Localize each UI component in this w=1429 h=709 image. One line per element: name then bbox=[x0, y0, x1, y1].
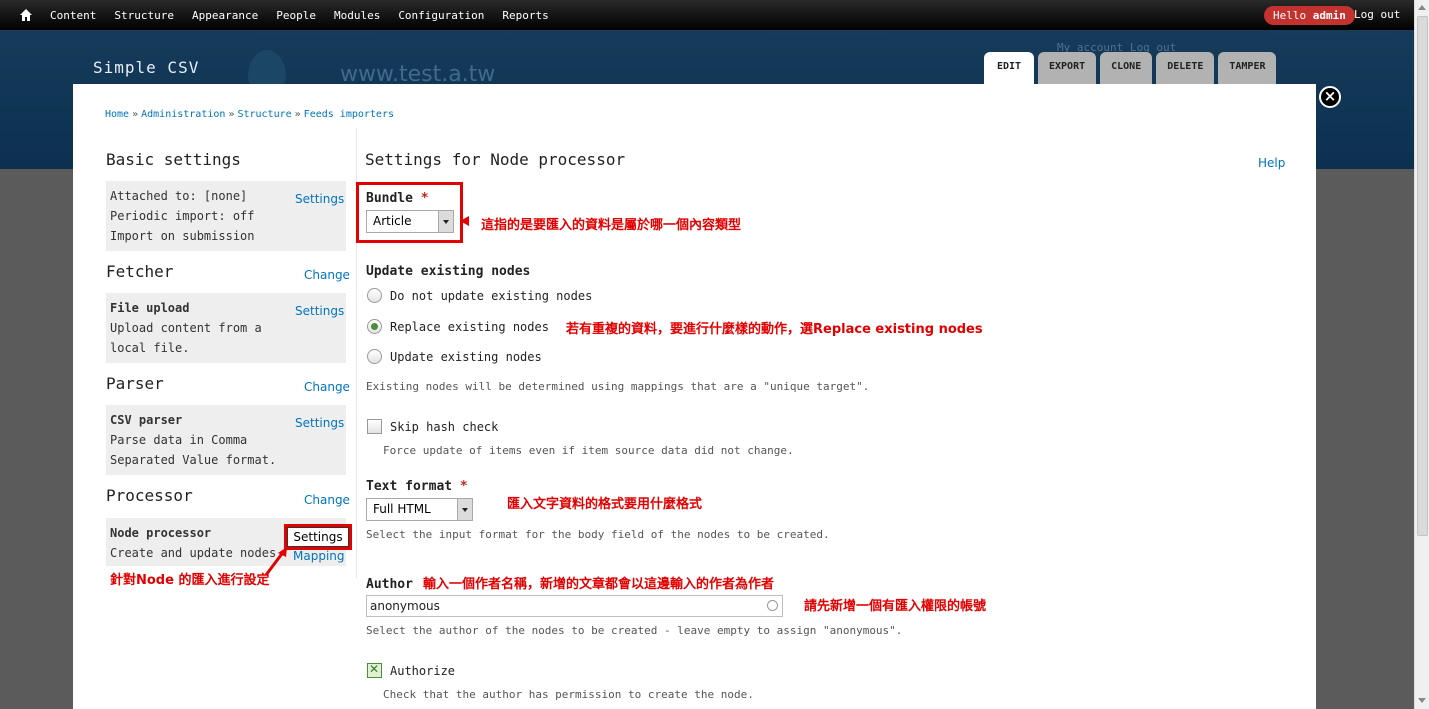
annotation-author: 輸入一個作者名稱，新增的文章都會以這邊輸入的作者為作者 bbox=[423, 577, 775, 592]
text-format-select[interactable]: Full HTML bbox=[366, 498, 473, 521]
toolbar-item-configuration[interactable]: Configuration bbox=[398, 9, 484, 22]
author-input[interactable]: anonymous bbox=[366, 595, 783, 617]
radio-button[interactable] bbox=[367, 349, 382, 364]
hello-prefix: Hello bbox=[1273, 9, 1313, 22]
close-icon[interactable]: × bbox=[1319, 86, 1341, 108]
fetcher-settings-link[interactable]: Settings bbox=[295, 304, 344, 318]
toolbar-item-structure[interactable]: Structure bbox=[114, 9, 174, 22]
processor-mapping-link[interactable]: Mapping bbox=[293, 549, 345, 563]
annotation-bundle: 這指的是要匯入的資料是屬於哪一個內容類型 bbox=[481, 218, 742, 233]
author-input-value: anonymous bbox=[370, 599, 440, 613]
tab-export[interactable]: EXPORT bbox=[1038, 52, 1097, 84]
annotation-text-format: 匯入文字資料的格式要用什麼格式 bbox=[507, 497, 703, 512]
page-scrollbar[interactable] bbox=[1414, 0, 1429, 709]
processor-change-link[interactable]: Change bbox=[304, 493, 350, 507]
breadcrumb-separator: » bbox=[132, 109, 139, 120]
radio-label: Update existing nodes bbox=[390, 349, 542, 364]
radio-label: Replace existing nodes bbox=[390, 319, 549, 334]
fetcher-title: Fetcher bbox=[106, 262, 174, 281]
parser-change-link[interactable]: Change bbox=[304, 380, 350, 394]
bundle-select-value: Article bbox=[373, 214, 412, 228]
toolbar-item-content[interactable]: Content bbox=[50, 9, 96, 22]
required-marker: * bbox=[420, 191, 429, 206]
page-title: Settings for Node processor bbox=[365, 150, 626, 169]
home-icon[interactable] bbox=[19, 8, 33, 22]
toolbar-item-people[interactable]: People bbox=[276, 9, 316, 22]
radio-replace[interactable]: Replace existing nodes bbox=[367, 319, 549, 334]
bundle-label: Bundle * bbox=[366, 191, 429, 206]
toolbar-menu: Content Structure Appearance People Modu… bbox=[50, 0, 567, 30]
processor-settings-link[interactable]: Settings bbox=[287, 527, 349, 547]
tab-tamper[interactable]: TAMPER bbox=[1218, 52, 1277, 84]
basic-periodic: Periodic import: off bbox=[110, 209, 255, 223]
annotation-processor: 針對Node 的匯入進行設定 bbox=[110, 573, 270, 588]
basic-settings-link[interactable]: Settings bbox=[295, 192, 344, 206]
skip-hash-label: Skip hash check bbox=[390, 419, 499, 434]
processor-title: Processor bbox=[106, 486, 193, 505]
autocomplete-icon bbox=[767, 600, 778, 611]
parser-desc-2: Separated Value format. bbox=[110, 453, 277, 467]
update-existing-desc: Existing nodes will be determined using … bbox=[366, 380, 870, 393]
author-desc: Select the author of the nodes to be cre… bbox=[366, 624, 903, 637]
annotation-author-account: 請先新增一個有匯入權限的帳號 bbox=[804, 599, 987, 614]
radio-do-not-update[interactable]: Do not update existing nodes bbox=[367, 288, 592, 303]
fetcher-desc-1: Upload content from a bbox=[110, 321, 262, 335]
skip-hash-desc: Force update of items even if item sourc… bbox=[383, 444, 794, 457]
scroll-down-icon[interactable] bbox=[1418, 698, 1426, 703]
admin-toolbar: Content Structure Appearance People Modu… bbox=[0, 0, 1414, 30]
breadcrumb-feeds-importers[interactable]: Feeds importers bbox=[304, 109, 394, 120]
hello-user-badge[interactable]: Hello admin bbox=[1264, 6, 1355, 25]
authorize-check[interactable]: Authorize bbox=[367, 662, 456, 678]
bundle-label-text: Bundle bbox=[366, 191, 413, 206]
update-existing-label: Update existing nodes bbox=[366, 264, 531, 279]
radio-label: Do not update existing nodes bbox=[390, 288, 593, 303]
text-format-desc: Select the input format for the body fie… bbox=[366, 528, 830, 541]
radio-button-selected[interactable] bbox=[367, 319, 382, 334]
parser-title: Parser bbox=[106, 374, 164, 393]
breadcrumb-structure[interactable]: Structure bbox=[237, 109, 291, 120]
skip-hash-checkbox[interactable] bbox=[367, 419, 382, 434]
site-name[interactable]: Simple CSV bbox=[93, 58, 199, 77]
overlay-tabs: EDIT EXPORT CLONE DELETE TAMPER bbox=[984, 52, 1280, 84]
chevron-down-icon bbox=[457, 499, 472, 520]
scroll-thumb[interactable] bbox=[1417, 16, 1428, 536]
authorize-label: Authorize bbox=[390, 663, 456, 678]
toolbar-item-reports[interactable]: Reports bbox=[502, 9, 548, 22]
help-link[interactable]: Help bbox=[1258, 156, 1285, 170]
breadcrumb-home[interactable]: Home bbox=[105, 109, 129, 120]
logout-link[interactable]: Log out bbox=[1354, 8, 1400, 21]
basic-import-submission: Import on submission bbox=[110, 229, 255, 243]
radio-button[interactable] bbox=[367, 288, 382, 303]
tab-clone[interactable]: CLONE bbox=[1100, 52, 1153, 84]
tab-delete[interactable]: DELETE bbox=[1156, 52, 1215, 84]
toolbar-item-modules[interactable]: Modules bbox=[334, 9, 380, 22]
authorize-desc: Check that the author has permission to … bbox=[383, 688, 754, 701]
parser-desc-1: Parse data in Comma bbox=[110, 433, 248, 447]
hello-username: admin bbox=[1312, 9, 1346, 22]
required-marker: * bbox=[459, 479, 468, 494]
chevron-down-icon bbox=[438, 211, 453, 232]
author-label: Author bbox=[366, 577, 413, 592]
text-format-label-text: Text format bbox=[366, 479, 453, 494]
annotation-arrow-icon bbox=[460, 216, 469, 226]
scroll-up-icon[interactable] bbox=[1418, 5, 1426, 10]
skip-hash-check[interactable]: Skip hash check bbox=[367, 419, 498, 434]
authorize-checkbox[interactable] bbox=[367, 662, 382, 678]
text-format-select-value: Full HTML bbox=[373, 502, 431, 516]
text-format-label: Text format * bbox=[366, 479, 468, 494]
bundle-select[interactable]: Article bbox=[366, 210, 454, 233]
radio-update[interactable]: Update existing nodes bbox=[367, 349, 542, 364]
breadcrumb-separator: » bbox=[228, 109, 235, 120]
breadcrumb-separator: » bbox=[294, 109, 301, 120]
basic-settings-title: Basic settings bbox=[106, 150, 241, 169]
fetcher-desc-2: local file. bbox=[110, 341, 190, 355]
tab-edit[interactable]: EDIT bbox=[984, 52, 1034, 84]
parser-settings-link[interactable]: Settings bbox=[295, 416, 344, 430]
breadcrumb: Home» Administration» Structure» Feeds impo… bbox=[105, 109, 394, 120]
annotation-replace: 若有重複的資料，要進行什麼樣的動作，選Replace existing node… bbox=[566, 322, 983, 337]
toolbar-item-appearance[interactable]: Appearance bbox=[192, 9, 258, 22]
breadcrumb-administration[interactable]: Administration bbox=[141, 109, 225, 120]
fetcher-change-link[interactable]: Change bbox=[304, 268, 350, 282]
